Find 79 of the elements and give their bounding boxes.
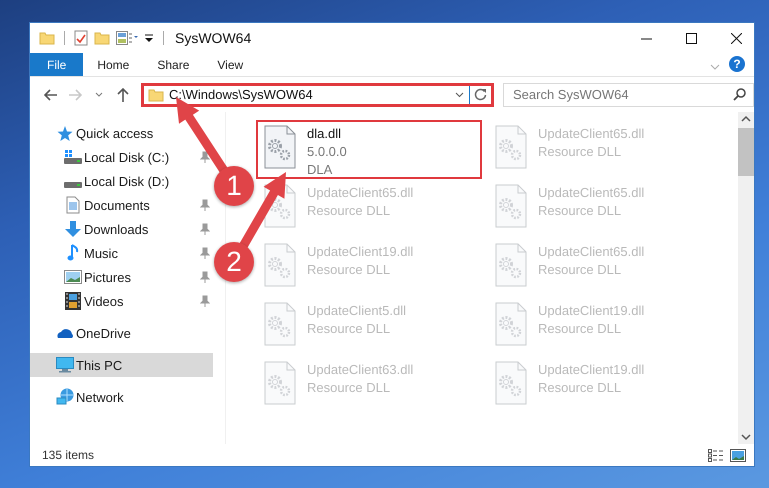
file-name: UpdateClient5.dll — [307, 302, 406, 320]
star-icon — [56, 124, 73, 142]
file-name: UpdateClient63.dll — [307, 361, 414, 379]
maximize-icon[interactable] — [686, 32, 697, 44]
sidebar-item[interactable]: Local Disk (D:) — [30, 169, 213, 193]
drive-icon — [64, 182, 82, 188]
close-icon[interactable] — [731, 32, 742, 44]
details-view-icon[interactable] — [708, 448, 724, 462]
file-name: dla.dll — [307, 125, 342, 143]
up-arrow-icon[interactable] — [117, 88, 129, 102]
network-icon — [56, 388, 74, 406]
checklist-icon[interactable] — [74, 30, 88, 46]
back-arrow-icon[interactable] — [44, 88, 58, 100]
file-detail: Resource DLL — [307, 261, 392, 279]
film-icon — [65, 292, 81, 310]
new-folder-icon — [94, 30, 110, 46]
address-bar[interactable]: C:\Windows\SysWOW64 — [141, 82, 494, 106]
search-field[interactable]: Search SysWOW64 — [503, 82, 754, 106]
recent-dropdown-icon[interactable] — [95, 92, 103, 97]
sidebar-item[interactable]: Documents — [30, 193, 213, 217]
large-icons-view-icon[interactable] — [730, 448, 746, 462]
sidebar-item[interactable]: Local Disk (C:) — [30, 145, 213, 169]
file-detail: Resource DLL — [307, 379, 392, 397]
window-title: SysWOW64 — [175, 30, 252, 46]
file-detail: Resource DLL — [538, 320, 622, 338]
ribbon-tab[interactable]: File — [30, 53, 84, 76]
dll-file-icon — [264, 302, 296, 346]
dropdown-icon[interactable] — [455, 92, 464, 98]
file-tile[interactable]: dla.dll 5.0.0.0 DLA — [256, 120, 482, 179]
ribbon-tab[interactable]: Share — [143, 53, 204, 76]
sidebar-item[interactable]: Music — [30, 241, 213, 265]
file-name: UpdateClient19.dll — [538, 302, 644, 320]
sidebar-item[interactable]: OneDrive — [30, 321, 213, 345]
drive-icon — [64, 150, 82, 164]
file-name: UpdateClient65.dll — [538, 184, 644, 202]
file-detail: Resource DLL — [307, 320, 392, 338]
file-detail: Resource DLL — [538, 379, 622, 397]
folder-icon — [148, 86, 164, 102]
ribbon-tab[interactable]: View — [203, 53, 258, 76]
file-name: UpdateClient19.dll — [307, 243, 414, 261]
sidebar-item[interactable]: Network — [30, 385, 213, 409]
properties-icon[interactable] — [116, 31, 138, 45]
file-name: UpdateClient65.dll — [307, 184, 414, 202]
dll-file-icon — [495, 361, 527, 405]
dll-file-icon — [495, 243, 527, 287]
file-detail: Resource DLL — [307, 202, 392, 220]
file-detail: DLA — [307, 161, 334, 179]
refresh-icon[interactable] — [474, 88, 487, 101]
help-button[interactable]: ? — [729, 56, 745, 72]
dll-file-icon — [495, 302, 527, 346]
item-count: 135 items — [42, 448, 96, 462]
customize-dropdown-icon[interactable] — [144, 33, 154, 43]
scroll-thumb[interactable] — [738, 128, 754, 176]
ribbon-tab[interactable]: Home — [83, 53, 144, 76]
file-detail: 5.0.0.0 — [307, 143, 347, 161]
sidebar-item[interactable]: Quick access — [30, 121, 213, 145]
dll-file-icon — [264, 361, 296, 405]
download-icon — [64, 220, 82, 238]
file-detail: Resource DLL — [538, 261, 622, 279]
picture-icon — [64, 270, 82, 284]
sidebar-item[interactable]: Pictures — [30, 265, 213, 289]
folder-icon — [39, 30, 55, 46]
file-detail: Resource DLL — [538, 143, 622, 161]
cloud-icon — [56, 327, 74, 339]
file-name: UpdateClient65.dll — [538, 125, 644, 143]
dll-file-icon — [495, 184, 527, 228]
monitor-icon — [56, 357, 74, 373]
file-name: UpdateClient65.dll — [538, 243, 644, 261]
sidebar-item[interactable]: This PC — [30, 353, 213, 377]
music-note-icon — [67, 244, 79, 262]
dll-file-icon — [264, 125, 296, 169]
dll-file-icon — [264, 243, 296, 287]
document-icon — [66, 196, 80, 214]
sidebar-item[interactable]: Videos — [30, 289, 213, 313]
search-icon — [733, 88, 746, 100]
file-name: UpdateClient19.dll — [538, 361, 644, 379]
file-detail: Resource DLL — [538, 202, 622, 220]
sidebar-item[interactable]: Downloads — [30, 217, 213, 241]
dll-file-icon — [495, 125, 527, 169]
